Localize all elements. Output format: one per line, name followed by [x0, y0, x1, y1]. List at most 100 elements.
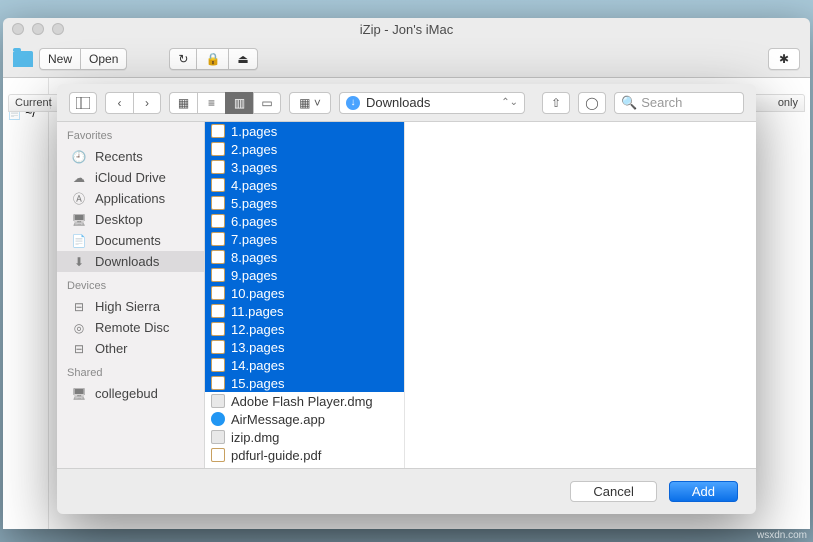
forward-button[interactable]: › [133, 92, 161, 114]
sidebar-item-other[interactable]: ⊟Other [57, 338, 204, 359]
file-row[interactable]: 9.pages [205, 266, 404, 284]
share-button[interactable]: ⇧ [542, 92, 570, 114]
sidebar-item-applications[interactable]: Ⓐ Applications [57, 188, 204, 209]
sidebar-item-icloud-drive[interactable]: ☁iCloud Drive [57, 167, 204, 188]
file-name: AirMessage.app [231, 412, 325, 427]
search-input[interactable]: 🔍Search [614, 92, 744, 114]
list-view-button[interactable]: ≡ [197, 92, 225, 114]
app-icon [211, 412, 225, 426]
pages-icon [211, 214, 225, 228]
file-row[interactable]: 3.pages [205, 158, 404, 176]
open-button[interactable]: Open [80, 48, 127, 70]
file-name: 8.pages [231, 250, 277, 265]
sidebar-item-remote-disc[interactable]: ◎Remote Disc [57, 317, 204, 338]
location-popup[interactable]: ↓ Downloads ⌃⌄ [339, 92, 525, 114]
group-button[interactable]: ▦ ˅ [289, 92, 331, 114]
cancel-button[interactable]: Cancel [570, 481, 656, 502]
pages-icon [211, 340, 225, 354]
sidebar-item-documents[interactable]: 📄Documents [57, 230, 204, 251]
file-name: 3.pages [231, 160, 277, 175]
favorites-header: Favorites [57, 122, 204, 146]
gallery-view-button[interactable]: ▭ [253, 92, 281, 114]
pages-icon [211, 142, 225, 156]
file-row[interactable]: 15.pages [205, 374, 404, 392]
nav-buttons: ‹ › [105, 92, 161, 114]
disc-icon: ◎ [71, 321, 87, 335]
disk-icon: ⊟ [71, 300, 87, 314]
sheet-toolbar: ‹ › ▦ ≡ ▥ ▭ ▦ ˅ ↓ Downloads ⌃⌄ ⇧ ◯ 🔍Searc… [57, 84, 756, 122]
column-view-button[interactable]: ▥ [225, 92, 253, 114]
file-row[interactable]: 6.pages [205, 212, 404, 230]
sidebar-item-label: Applications [95, 191, 165, 206]
sidebar-item-high-sierra[interactable]: ⊟ High Sierra [57, 296, 204, 317]
file-name: 9.pages [231, 268, 277, 283]
file-name: 10.pages [231, 286, 285, 301]
file-row[interactable]: 13.pages [205, 338, 404, 356]
apps-icon: Ⓐ [71, 192, 87, 206]
file-name: 11.pages [231, 304, 284, 319]
titlebar: iZip - Jon's iMac [3, 18, 810, 40]
file-row[interactable]: 12.pages [205, 320, 404, 338]
sidebar-item-recents[interactable]: 🕘Recents [57, 146, 204, 167]
file-row[interactable]: izip.dmg [205, 428, 404, 446]
file-row[interactable]: 4.pages [205, 176, 404, 194]
sidebar-item-downloads[interactable]: ⬇Downloads [57, 251, 204, 272]
gear-button[interactable]: ✱ [768, 48, 800, 70]
new-button[interactable]: New [39, 48, 80, 70]
pages-icon [211, 376, 225, 390]
add-button[interactable]: Add [669, 481, 738, 502]
sidebar-item-desktop[interactable]: 🖥Desktop [57, 209, 204, 230]
file-row[interactable]: pdfurl-guide.pdf [205, 446, 404, 464]
folder-icon[interactable] [13, 51, 33, 67]
tags-button[interactable]: ◯ [578, 92, 606, 114]
file-row[interactable]: 2.pages [205, 140, 404, 158]
file-row[interactable]: 5.pages [205, 194, 404, 212]
back-button[interactable]: ‹ [105, 92, 133, 114]
file-name: izip.dmg [231, 430, 279, 445]
file-row[interactable]: 7.pages [205, 230, 404, 248]
shared-header: Shared [57, 359, 204, 383]
sidebar-item-label: Documents [95, 233, 161, 248]
file-name: 2.pages [231, 142, 277, 157]
disk-icon: ⊟ [71, 342, 87, 356]
sidebar: Favorites 🕘Recents☁iCloud Drive Ⓐ Applicat… [57, 122, 205, 468]
pages-icon [211, 232, 225, 246]
location-label: Downloads [366, 95, 430, 110]
devices-header: Devices [57, 272, 204, 296]
refresh-button[interactable]: ↻ [169, 48, 196, 70]
pages-icon [211, 124, 225, 138]
icon-view-button[interactable]: ▦ [169, 92, 197, 114]
lock-button[interactable]: 🔒 [196, 48, 228, 70]
sheet-footer: Cancel Add [57, 468, 756, 514]
pages-icon [211, 304, 225, 318]
window-title: iZip - Jon's iMac [3, 22, 810, 37]
view-buttons: ▦ ≡ ▥ ▭ [169, 92, 281, 114]
file-row[interactable]: 1.pages [205, 122, 404, 140]
download-icon: ↓ [346, 96, 360, 110]
file-name: 4.pages [231, 178, 277, 193]
open-panel-sheet: ‹ › ▦ ≡ ▥ ▭ ▦ ˅ ↓ Downloads ⌃⌄ ⇧ ◯ 🔍Searc… [57, 84, 756, 514]
file-name: 12.pages [231, 322, 285, 337]
chevron-updown-icon: ⌃⌄ [501, 97, 518, 108]
file-row[interactable]: Adobe Flash Player.dmg [205, 392, 404, 410]
dmg-icon [211, 394, 225, 408]
pages-icon [211, 268, 225, 282]
file-row[interactable]: AirMessage.app [205, 410, 404, 428]
eject-button[interactable]: ⏏ [228, 48, 257, 70]
pages-icon [211, 322, 225, 336]
sidebar-item-label: Downloads [95, 254, 159, 269]
file-name: 1.pages [231, 124, 277, 139]
file-row[interactable]: 14.pages [205, 356, 404, 374]
file-row[interactable]: 10.pages [205, 284, 404, 302]
file-row[interactable]: 11.pages [205, 302, 404, 320]
file-column[interactable]: 1.pages 2.pages 3.pages 4.pages5.pages6.pag… [205, 122, 405, 468]
file-name: pdfurl-guide.pdf [231, 448, 321, 463]
pages-icon [211, 286, 225, 300]
file-row[interactable]: 8.pages [205, 248, 404, 266]
sidebar-item-collegebud[interactable]: 🖥collegebud [57, 383, 204, 404]
sidebar-item-label: iCloud Drive [95, 170, 166, 185]
clock-icon: 🕘 [71, 150, 87, 164]
sidebar-toggle-button[interactable] [69, 92, 97, 114]
pages-icon [211, 160, 225, 174]
sidebar-item-label: High Sierra [95, 299, 160, 314]
